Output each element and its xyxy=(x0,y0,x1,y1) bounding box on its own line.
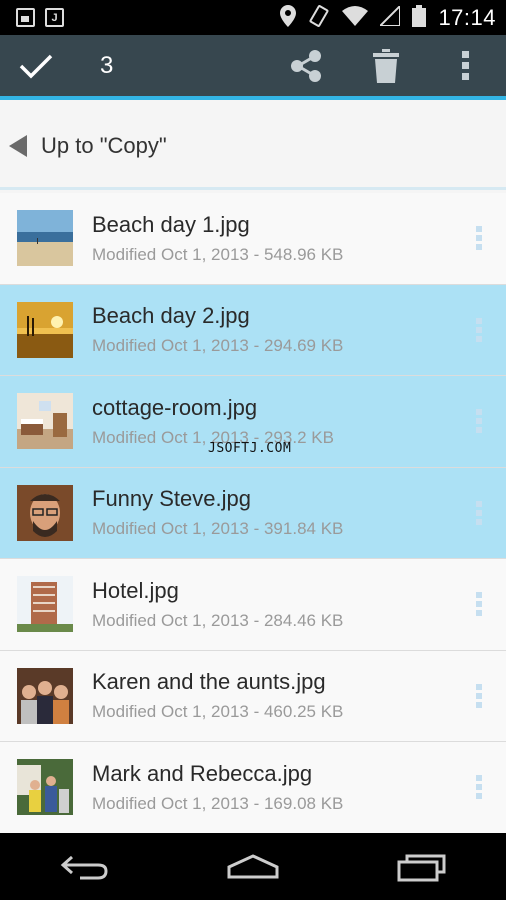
more-vert-icon xyxy=(476,226,482,251)
contextual-action-bar: 3 xyxy=(0,35,506,100)
location-icon xyxy=(280,5,297,30)
nav-back-button[interactable] xyxy=(39,833,129,900)
file-name: Karen and the aunts.jpg xyxy=(92,669,326,695)
item-overflow-button[interactable] xyxy=(452,193,506,284)
clock: 17:14 xyxy=(438,4,496,30)
file-name: Funny Steve.jpg xyxy=(92,486,251,512)
back-icon xyxy=(61,855,108,879)
item-overflow-button[interactable] xyxy=(452,376,506,467)
thumbnail-sunset xyxy=(17,301,73,358)
recents-icon xyxy=(397,854,446,881)
thumbnail-hotel xyxy=(17,576,73,633)
file-meta: Modified Oct 1, 2013 - 391.84 KB xyxy=(92,519,344,539)
more-vert-icon xyxy=(476,500,482,525)
file-row[interactable]: Beach day 1.jpg Modified Oct 1, 2013 - 5… xyxy=(0,193,506,285)
item-overflow-button[interactable] xyxy=(452,650,506,741)
file-meta: Modified Oct 1, 2013 - 169.08 KB xyxy=(92,793,344,813)
home-icon xyxy=(227,853,279,878)
selection-count: 3 xyxy=(100,51,114,79)
file-list: Beach day 1.jpg Modified Oct 1, 2013 - 5… xyxy=(0,193,506,834)
nav-home-button[interactable] xyxy=(208,833,298,900)
watermark-text: JSOFTJ.COM xyxy=(208,441,292,456)
more-vert-icon xyxy=(476,775,482,800)
file-name: Hotel.jpg xyxy=(92,577,179,603)
file-meta: Modified Oct 1, 2013 - 548.96 KB xyxy=(92,244,344,264)
file-row[interactable]: Funny Steve.jpg Modified Oct 1, 2013 - 3… xyxy=(0,467,506,559)
file-meta: Modified Oct 1, 2013 - 284.46 KB xyxy=(92,610,344,630)
file-row[interactable]: Karen and the aunts.jpg Modified Oct 1, … xyxy=(0,650,506,742)
share-icon xyxy=(291,49,321,82)
file-name: Beach day 2.jpg xyxy=(92,303,250,329)
image-notification-icon xyxy=(16,8,35,27)
done-button[interactable] xyxy=(0,33,72,98)
file-row[interactable]: Mark and Rebecca.jpg Modified Oct 1, 201… xyxy=(0,742,506,834)
battery-icon xyxy=(412,5,427,30)
trash-icon xyxy=(373,48,399,83)
file-name: cottage-room.jpg xyxy=(92,394,258,420)
file-meta: Modified Oct 1, 2013 - 294.69 KB xyxy=(92,336,344,356)
thumbnail-group xyxy=(17,667,73,724)
item-overflow-button[interactable] xyxy=(452,284,506,375)
status-bar: J 17:14 xyxy=(0,0,506,35)
thumbnail-couple xyxy=(17,759,73,816)
more-vert-icon xyxy=(476,409,482,434)
more-vert-icon xyxy=(476,317,482,342)
more-vert-icon xyxy=(476,592,482,617)
back-arrow-icon xyxy=(9,134,27,157)
file-row[interactable]: Hotel.jpg Modified Oct 1, 2013 - 284.46 … xyxy=(0,559,506,651)
item-overflow-button[interactable] xyxy=(452,742,506,833)
nav-recents-button[interactable] xyxy=(377,833,467,900)
app-notification-icon: J xyxy=(45,8,64,27)
file-meta: Modified Oct 1, 2013 - 460.25 KB xyxy=(92,702,344,722)
overflow-menu-button[interactable] xyxy=(426,33,506,98)
up-to-label: Up to "Copy" xyxy=(41,132,167,158)
navigation-bar xyxy=(0,833,506,900)
thumbnail-portrait xyxy=(17,484,73,541)
file-name: Beach day 1.jpg xyxy=(92,211,250,237)
delete-button[interactable] xyxy=(346,33,426,98)
file-row[interactable]: Beach day 2.jpg Modified Oct 1, 2013 - 2… xyxy=(0,284,506,376)
file-name: Mark and Rebecca.jpg xyxy=(92,760,313,786)
more-vert-icon xyxy=(476,683,482,708)
wifi-icon xyxy=(342,6,369,29)
thumbnail-room xyxy=(17,393,73,450)
vibrate-icon xyxy=(308,5,330,30)
item-overflow-button[interactable] xyxy=(452,559,506,650)
more-vert-icon xyxy=(462,50,469,80)
up-to-parent-folder[interactable]: Up to "Copy" xyxy=(0,104,506,190)
check-icon xyxy=(19,54,53,78)
signal-icon xyxy=(378,3,402,29)
thumbnail-beach xyxy=(17,210,73,267)
item-overflow-button[interactable] xyxy=(452,467,506,558)
share-button[interactable] xyxy=(266,33,346,98)
